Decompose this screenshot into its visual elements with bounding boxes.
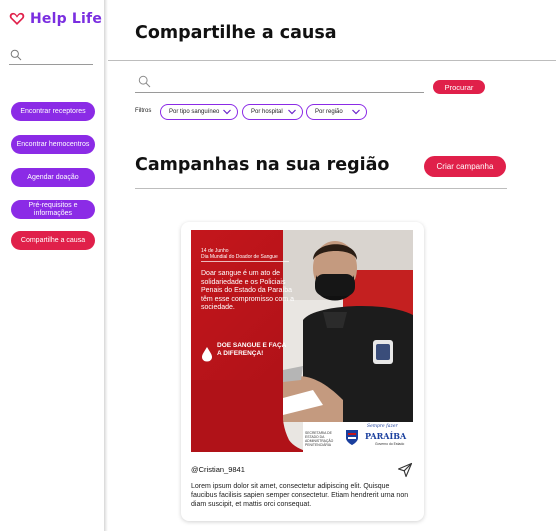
search-icon xyxy=(10,49,22,61)
app-logo[interactable]: Help Life xyxy=(9,11,102,27)
page-title: Compartilhe a causa xyxy=(135,23,337,43)
section-title: Campanhas na sua região xyxy=(135,155,390,175)
post-image-footer: SECRETARIA DE ESTADO DA ADMINISTRAÇÃO PE… xyxy=(303,422,413,452)
chevron-down-icon xyxy=(352,109,360,115)
state-coat-of-arms-icon xyxy=(346,430,358,445)
search-icon xyxy=(138,75,151,88)
footer-slogan: Sempre fazer xyxy=(367,424,398,429)
filter-label: Por hospital xyxy=(251,109,283,115)
post-username[interactable]: @Cristian_9841 xyxy=(191,465,245,474)
filter-blood-type[interactable]: Por tipo sanguíneo xyxy=(160,104,238,120)
footer-state-name: PARAÍBA xyxy=(365,431,407,441)
filter-label: Por região xyxy=(315,109,343,115)
chevron-down-icon xyxy=(223,109,231,115)
campaign-post-image[interactable]: 14 de Junho Dia Mundial do Doador de San… xyxy=(191,230,413,452)
search-input[interactable] xyxy=(156,74,416,90)
filters-label: Filtros xyxy=(135,108,152,114)
blood-drop-icon xyxy=(202,347,212,362)
app-name: Help Life xyxy=(30,11,103,27)
search-underline xyxy=(135,92,424,93)
post-image-text: Doar sangue é um ato de solidariedade e … xyxy=(201,270,294,312)
filter-region[interactable]: Por região xyxy=(306,104,367,120)
footer-secretaria: SECRETARIA DE ESTADO DA ADMINISTRAÇÃO PE… xyxy=(305,431,334,447)
sidebar: Help Life Encontrar receptores Encontrar… xyxy=(0,0,104,531)
sidebar-item-label: Compartilhe a causa xyxy=(20,236,86,244)
sidebar-item-pre-requisitos[interactable]: Pré-requisitos e informações xyxy=(11,200,95,219)
post-cta: DOE SANGUE E FAÇA A DIFERENÇA! xyxy=(217,342,287,357)
filter-label: Por tipo sanguíneo xyxy=(169,109,220,115)
sidebar-item-label: Encontrar hemocentros xyxy=(16,140,90,148)
search-button[interactable]: Procurar xyxy=(433,80,485,94)
sidebar-item-encontrar-hemocentros[interactable]: Encontrar hemocentros xyxy=(11,135,95,154)
sidebar-item-label: Encontrar receptores xyxy=(20,107,86,115)
send-icon[interactable] xyxy=(397,462,413,478)
post-caption: Lorem ipsum dolor sit amet, consectetur … xyxy=(191,483,409,508)
divider xyxy=(201,261,289,262)
sidebar-search[interactable] xyxy=(9,47,93,65)
sidebar-item-label: Agendar doação xyxy=(27,173,79,181)
filter-hospital[interactable]: Por hospital xyxy=(242,104,303,120)
sidebar-item-agendar-doacao[interactable]: Agendar doação xyxy=(11,168,95,187)
footer-government: Governo do Estado xyxy=(375,442,405,446)
sidebar-item-compartilhe-a-causa[interactable]: Compartilhe a causa xyxy=(11,231,95,250)
post-red-curve xyxy=(191,380,309,452)
main-content: Compartilhe a causa Procurar Filtros Por… xyxy=(108,0,556,531)
sidebar-item-label: Pré-requisitos e informações xyxy=(28,201,78,217)
sidebar-item-encontrar-receptores[interactable]: Encontrar receptores xyxy=(11,102,95,121)
heart-icon xyxy=(9,12,25,25)
divider xyxy=(135,188,507,189)
create-campaign-button[interactable]: Criar campanha xyxy=(424,156,506,177)
campaign-post-card[interactable]: 14 de Junho Dia Mundial do Doador de San… xyxy=(181,222,424,521)
post-date: 14 de Junho Dia Mundial do Doador de San… xyxy=(201,248,281,260)
chevron-down-icon xyxy=(288,109,296,115)
post-date-subtitle: Dia Mundial do Doador de Sangue xyxy=(201,254,278,260)
divider xyxy=(108,60,556,61)
